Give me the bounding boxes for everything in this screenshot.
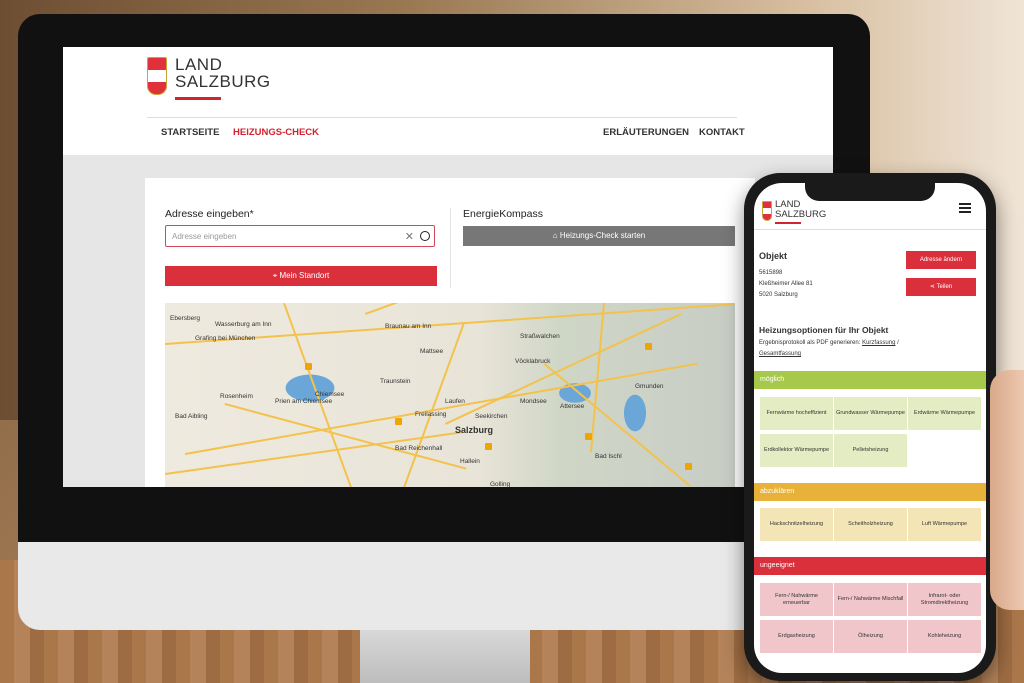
road-marker-icon	[485, 443, 492, 450]
start-check-button[interactable]: ⌂ Heizungs-Check starten	[463, 226, 735, 246]
phone-notch	[805, 183, 935, 201]
map-place-label: Gmunden	[635, 383, 664, 390]
map-place-label: Seekirchen	[475, 413, 508, 420]
tile-option[interactable]: Luft Wärmepumpe	[908, 508, 981, 541]
tile-option[interactable]: Ölheizung	[834, 620, 907, 653]
map-road	[165, 431, 463, 475]
phone-logo-line2: SALZBURG	[775, 208, 827, 220]
map-place-label: Hallein	[460, 458, 480, 465]
map-place-label: Rosenheim	[220, 393, 253, 400]
map-place-label: Bad Reichenhall	[395, 445, 443, 452]
tile-option[interactable]: Scheitholzheizung	[834, 508, 907, 541]
map-road	[543, 363, 691, 487]
road-marker-icon	[395, 418, 402, 425]
map-place-label: Mondsee	[520, 398, 547, 405]
clear-icon[interactable]: ✕	[405, 226, 414, 248]
logo-line1: LAND	[175, 55, 223, 74]
map-place-label: Bad Ischl	[595, 453, 622, 460]
map-place-label: Freilassing	[415, 411, 447, 418]
object-title: Objekt	[759, 251, 788, 261]
map-place-label: Salzburg	[455, 425, 494, 435]
column-divider	[450, 208, 451, 288]
map-place-label: Grafing bei München	[195, 335, 256, 342]
tile-option[interactable]: Erdgasheizung	[760, 620, 833, 653]
share-button[interactable]: ⋖ Teilen	[906, 278, 976, 296]
map-road	[185, 362, 698, 455]
map-place-label: Wasserburg am Inn	[215, 321, 272, 328]
section-clarify: abzuklären	[754, 483, 986, 501]
monitor-stand	[360, 630, 530, 683]
change-address-button[interactable]: Adresse ändern	[906, 251, 976, 269]
nav-startseite[interactable]: STARTSEITE	[161, 127, 219, 138]
tile-option[interactable]: Kohleheizung	[908, 620, 981, 653]
house-icon: ⌂	[552, 231, 560, 240]
logo-underline	[775, 222, 801, 224]
map-place-label: Chiemsee	[315, 391, 345, 398]
logo-line2: SALZBURG	[175, 72, 271, 91]
tile-option[interactable]: Hackschnitzelheizung	[760, 508, 833, 541]
map-place-label: Ebersberg	[170, 315, 200, 322]
map-place-label: Traunstein	[380, 378, 411, 385]
monitor-chin	[18, 542, 870, 630]
map-road	[365, 303, 517, 315]
road-marker-icon	[585, 433, 592, 440]
address-input[interactable]: Adresse eingeben ✕	[165, 225, 435, 247]
map-road	[589, 303, 605, 453]
hand-holding-phone	[990, 370, 1024, 610]
pdf-full-link[interactable]: Gesamtfassung	[759, 351, 801, 357]
crest-icon	[147, 57, 167, 95]
object-street: Kleßheimer Allee 81	[759, 281, 813, 287]
map-place-label: Vöcklabruck	[515, 358, 551, 365]
address-label: Adresse eingeben*	[165, 208, 254, 220]
desktop-screen: LAND SALZBURG STARTSEITE HEIZUNGS-CHECK …	[63, 47, 833, 487]
road-marker-icon	[305, 363, 312, 370]
section-possible: möglich	[754, 371, 986, 389]
tile-option[interactable]: Fernwärme hocheffizient	[760, 397, 833, 430]
site-header: LAND SALZBURG STARTSEITE HEIZUNGS-CHECK …	[63, 47, 833, 155]
road-marker-icon	[645, 343, 652, 350]
check-panel: Adresse eingeben* Adresse eingeben ✕ ⌖ M…	[145, 178, 755, 487]
map-place-label: Attersee	[560, 403, 585, 410]
logo-underline	[175, 97, 221, 100]
tile-option[interactable]: Grundwasser Wärmepumpe	[834, 397, 907, 430]
region-map[interactable]: Ebersberg Wasserburg am Inn Grafing bei Mü…	[165, 303, 735, 487]
tile-option[interactable]: Fern-/ Nahwärme erneuerbar	[760, 583, 833, 616]
tile-option[interactable]: Fern-/ Nahwärme Mischfall	[834, 583, 907, 616]
nav-heizungs-check[interactable]: HEIZUNGS-CHECK	[233, 127, 319, 138]
search-icon[interactable]	[420, 231, 430, 241]
map-place-label: Prien am Chiemsee	[275, 398, 333, 405]
menu-icon[interactable]	[959, 203, 971, 213]
kompass-label: EnergieKompass	[463, 208, 543, 220]
object-city: 5020 Salzburg	[759, 292, 798, 298]
map-place-label: Laufen	[445, 398, 465, 405]
map-place-label: Golling	[490, 481, 511, 487]
phone-screen: LAND SALZBURG Objekt 5615898 Kleßheimer …	[754, 183, 986, 673]
map-place-label: Braunau am Inn	[385, 323, 432, 330]
crest-icon	[762, 201, 772, 221]
tile-option[interactable]: Infrarot- oder Stromdirektheizung	[908, 583, 981, 616]
nav-erlaeuterungen[interactable]: ERLÄUTERUNGEN	[603, 127, 689, 138]
pdf-short-link[interactable]: Kurzfassung	[862, 340, 895, 346]
road-marker-icon	[685, 463, 692, 470]
tile-option[interactable]: Pelletsheizung	[834, 434, 907, 467]
map-place-label: Straßwalchen	[520, 333, 560, 340]
nav-kontakt[interactable]: KONTAKT	[699, 127, 745, 138]
pdf-text: Ergebnisprotokoll als PDF generieren: Ku…	[759, 340, 899, 346]
options-title: Heizungsoptionen für Ihr Objekt	[759, 325, 889, 335]
nav-divider	[147, 117, 737, 118]
tile-option[interactable]: Erdkollektor Wärmepumpe	[760, 434, 833, 467]
map-place-label: Bad Aibling	[175, 413, 208, 420]
object-id: 5615898	[759, 270, 783, 276]
section-unsuitable: ungeeignet	[754, 557, 986, 575]
map-place-label: Mattsee	[420, 348, 444, 355]
tile-option[interactable]: Erdwärme Wärmepumpe	[908, 397, 981, 430]
my-location-button[interactable]: ⌖ Mein Standort	[165, 266, 437, 286]
address-placeholder: Adresse eingeben	[172, 232, 237, 241]
header-divider	[754, 229, 986, 230]
